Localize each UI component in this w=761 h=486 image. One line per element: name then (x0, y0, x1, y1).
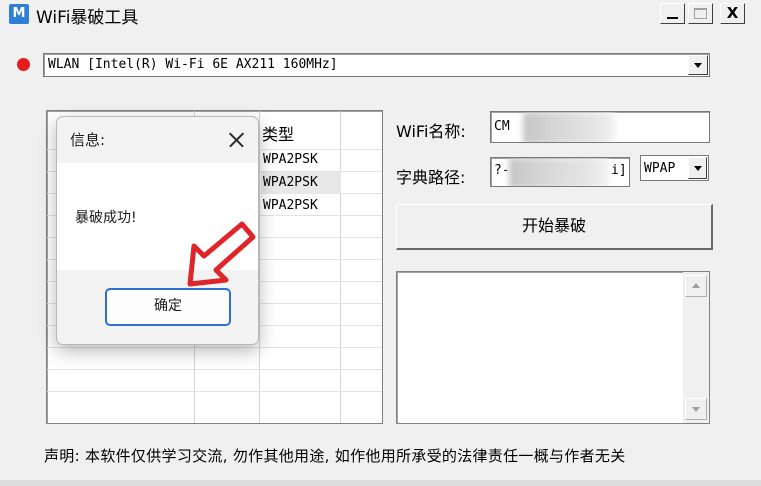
redaction-blur (523, 112, 615, 142)
chevron-down-icon[interactable] (688, 157, 707, 179)
adapter-select-value: WLAN [Intel(R) Wi-Fi 6E AX211 160MHz] (48, 57, 338, 72)
table-row[interactable]: WPA2PSK (261, 195, 341, 217)
adapter-status-indicator (17, 58, 30, 71)
adapter-select[interactable]: WLAN [Intel(R) Wi-Fi 6E AX211 160MHz] (43, 53, 710, 77)
column-header-type[interactable]: 类型 (262, 121, 294, 145)
close-icon[interactable] (221, 125, 251, 155)
close-button[interactable]: X (720, 3, 745, 24)
log-output[interactable] (396, 271, 710, 424)
app-logo-icon: M (9, 4, 29, 24)
dialog-title: 信息: (70, 131, 106, 149)
minimize-icon (667, 17, 678, 19)
start-crack-button[interactable]: 开始暴破 (396, 204, 713, 250)
grid-column-divider (259, 111, 260, 423)
scroll-up-icon[interactable] (685, 275, 707, 297)
ssid-input-value: CM (494, 119, 510, 134)
window-bottom-edge (0, 480, 761, 486)
title-bar: M WiFi暴破工具 X (0, 0, 761, 28)
dict-path-input[interactable]: ?- i] (490, 157, 630, 187)
dict-path-value-end: i] (611, 163, 627, 178)
table-row[interactable]: WPA2PSK (261, 149, 341, 171)
red-arrow-icon (187, 221, 256, 287)
window-title: WiFi暴破工具 (36, 8, 139, 28)
maximize-icon (694, 8, 707, 19)
grid-row-divider (47, 391, 382, 392)
dialog-message: 暴破成功! (75, 210, 137, 226)
scroll-down-icon[interactable] (685, 398, 707, 420)
ssid-label: WiFi名称: (396, 122, 466, 141)
log-scrollbar[interactable] (683, 272, 709, 423)
ssid-input[interactable]: CM (490, 111, 710, 143)
chevron-down-icon[interactable] (688, 55, 708, 75)
minimize-button[interactable] (660, 3, 685, 24)
auth-type-select[interactable]: WPAP (640, 155, 709, 181)
disclaimer-text: 声明: 本软件仅供学习交流, 勿作其他用途, 如作他用所承受的法律责任一概与作者… (44, 447, 626, 465)
redaction-blur (509, 158, 609, 186)
close-icon: X (726, 4, 739, 22)
dict-path-value-start: ?- (494, 163, 510, 178)
dict-path-label: 字典路径: (396, 168, 466, 187)
table-row[interactable]: WPA2PSK (261, 172, 341, 194)
auth-type-value: WPAP (644, 161, 676, 176)
red-arrow-shape (187, 221, 256, 287)
grid-row-divider (47, 347, 382, 348)
maximize-button (688, 3, 713, 24)
grid-row-divider (47, 369, 382, 370)
ok-button[interactable]: 确定 (105, 288, 231, 326)
